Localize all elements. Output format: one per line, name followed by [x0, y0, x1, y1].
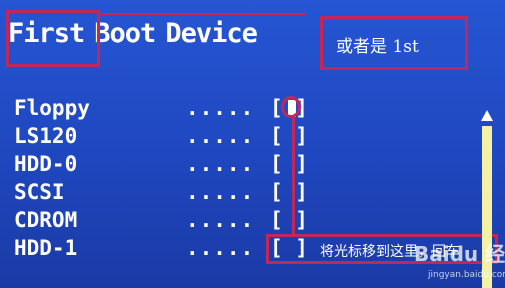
annotation-line-top [100, 13, 305, 15]
scroll-up-arrow-icon[interactable] [481, 110, 493, 121]
option-dots: ..... [186, 124, 255, 148]
option-slot: [ ] [270, 152, 308, 176]
bios-screen: First Boot Device 或者是 1st Floppy ..... [ ]… [0, 0, 505, 288]
watermark-url: jingyan.baidu.com [428, 270, 505, 280]
option-label: LS120 [14, 124, 78, 148]
option-label: SCSI [14, 180, 65, 204]
boot-option-ls120[interactable]: LS120 ..... [ ] [14, 124, 334, 152]
annotation-box-first [6, 10, 100, 67]
boot-option-scsi[interactable]: SCSI ..... [ ] [14, 180, 334, 208]
boot-option-hdd-0[interactable]: HDD-0 ..... [ ] [14, 152, 334, 180]
option-label: CDROM [14, 208, 78, 232]
option-slot: [ ] [270, 124, 308, 148]
option-dots: ..... [186, 208, 255, 232]
option-slot: [ ] [270, 208, 308, 232]
annotation-arrow-line [292, 116, 295, 236]
option-label: HDD-1 [14, 236, 78, 260]
boot-option-cdrom[interactable]: CDROM ..... [ ] [14, 208, 334, 236]
title-word-device: Device [165, 18, 258, 49]
option-dots: ..... [186, 180, 255, 204]
annotation-tip-text: 或者是 1st [336, 37, 419, 57]
option-label: Floppy [14, 96, 90, 120]
option-label: HDD-0 [14, 152, 78, 176]
watermark-logo: Baidu 经验 [414, 242, 505, 266]
option-slot: [ ] [270, 180, 308, 204]
option-dots: ..... [186, 152, 255, 176]
annotation-circle [281, 96, 301, 118]
option-dots: ..... [186, 236, 255, 260]
option-dots: ..... [186, 96, 255, 120]
title-word-boot: Boot [94, 18, 156, 49]
